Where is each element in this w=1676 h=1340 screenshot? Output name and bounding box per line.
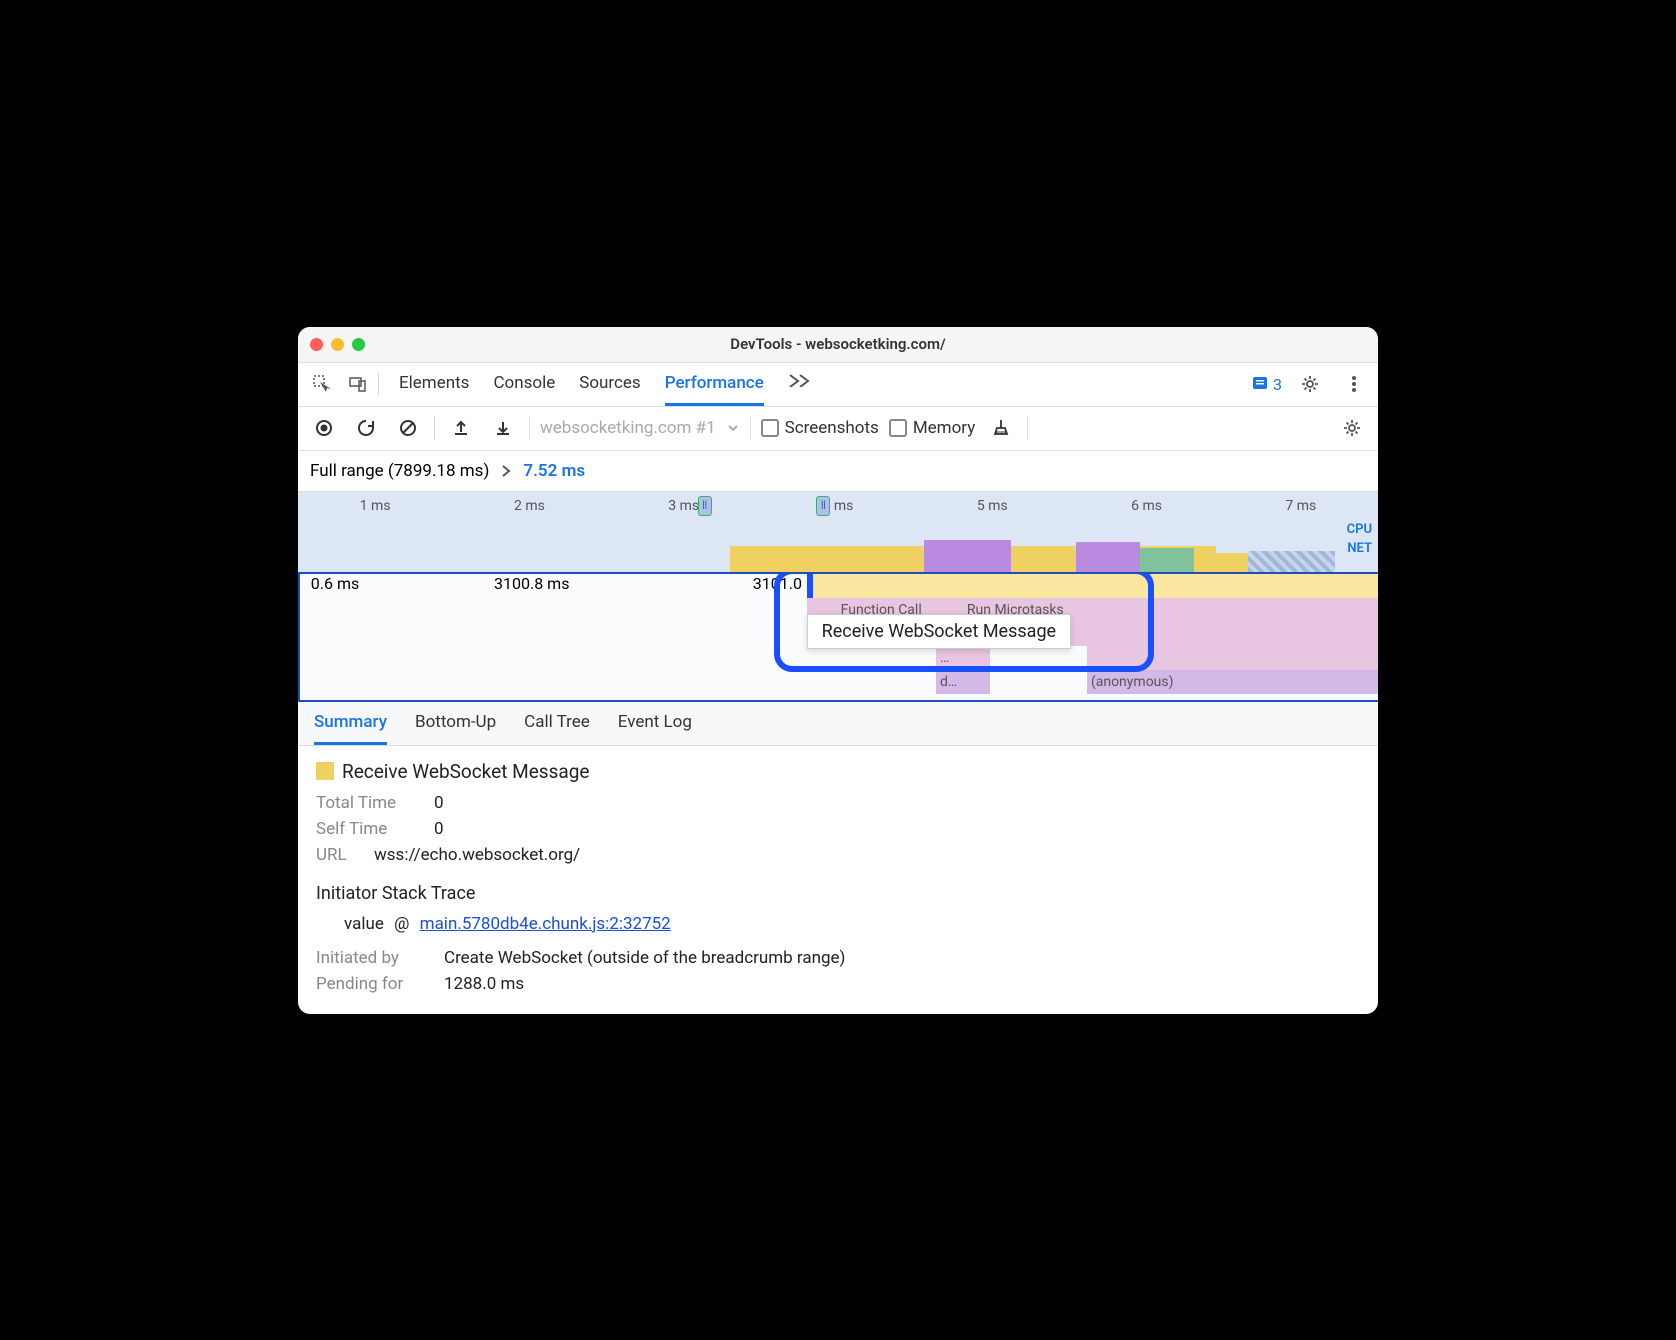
pending-for-value: 1288.0 ms xyxy=(444,974,524,994)
timeline-overview[interactable]: 1 ms 2 ms 3 ms 4 ms 5 ms 6 ms 7 ms || ||… xyxy=(298,492,1378,572)
event-name-row: Receive WebSocket Message xyxy=(316,760,1360,783)
divider xyxy=(1027,416,1028,440)
total-time-value: 0 xyxy=(434,793,444,813)
event-name: Receive WebSocket Message xyxy=(342,760,589,783)
divider xyxy=(378,372,379,396)
main-tab-bar: Elements Console Sources Performance 3 xyxy=(298,363,1378,407)
flame-bar-event[interactable] xyxy=(807,574,1378,598)
dtab-call-tree[interactable]: Call Tree xyxy=(524,702,590,745)
clear-icon[interactable] xyxy=(392,412,424,444)
divider xyxy=(750,416,751,440)
divider xyxy=(434,416,435,440)
issues-count: 3 xyxy=(1273,375,1282,394)
profile-dropdown[interactable]: websocketking.com #1 xyxy=(540,418,740,438)
kebab-menu-icon[interactable] xyxy=(1338,368,1370,400)
summary-panel: Receive WebSocket Message Total Time 0 Se… xyxy=(298,746,1378,1014)
dtab-summary[interactable]: Summary xyxy=(314,702,387,745)
memory-checkbox[interactable]: Memory xyxy=(889,418,975,438)
record-icon[interactable] xyxy=(308,412,340,444)
overview-cpu-area xyxy=(298,530,1378,572)
tab-elements[interactable]: Elements xyxy=(399,363,469,406)
titlebar: DevTools - websocketking.com/ xyxy=(298,327,1378,363)
flame-bar-row3[interactable] xyxy=(1087,646,1378,670)
overview-side-labels: CPU NET xyxy=(1347,522,1372,556)
total-time-label: Total Time xyxy=(316,793,416,813)
gc-broom-icon[interactable] xyxy=(985,412,1017,444)
overview-handle-right[interactable]: || xyxy=(816,496,830,516)
overview-ticks: 1 ms 2 ms 3 ms 4 ms 5 ms 6 ms 7 ms xyxy=(298,498,1378,514)
inspect-element-icon[interactable] xyxy=(306,368,338,400)
chevron-right-icon xyxy=(501,464,511,478)
flame-tooltip: Receive WebSocket Message xyxy=(807,614,1071,649)
event-swatch xyxy=(316,762,334,780)
tab-sources[interactable]: Sources xyxy=(579,363,640,406)
self-time-value: 0 xyxy=(434,819,444,839)
dtab-bottom-up[interactable]: Bottom-Up xyxy=(415,702,496,745)
flame-tick: 0.6 ms xyxy=(311,574,359,593)
settings-gear-icon[interactable] xyxy=(1294,368,1326,400)
tabbar-right: 3 xyxy=(1251,368,1370,400)
pending-for-label: Pending for xyxy=(316,974,426,994)
flame-chart[interactable]: 0.6 ms 3100.8 ms 3101.0 ms 3101.2 ms 310… xyxy=(298,572,1378,702)
initiated-by-value: Create WebSocket (outside of the breadcr… xyxy=(444,948,845,968)
flame-bar-trunc[interactable]: … xyxy=(936,646,990,670)
devtools-window: DevTools - websocketking.com/ Elements C… xyxy=(298,327,1378,1014)
stack-trace-title: Initiator Stack Trace xyxy=(316,883,1360,904)
upload-icon[interactable] xyxy=(445,412,477,444)
flame-bar-d[interactable]: d… xyxy=(936,670,990,694)
initiated-by-label: Initiated by xyxy=(316,948,426,968)
main-tabs: Elements Console Sources Performance xyxy=(399,363,810,406)
chevron-down-icon xyxy=(726,421,740,435)
capture-settings-gear-icon[interactable] xyxy=(1336,412,1368,444)
full-range-label: Full range (7899.18 ms) xyxy=(310,461,489,481)
issues-badge[interactable]: 3 xyxy=(1251,375,1282,394)
profile-name: websocketking.com #1 xyxy=(540,418,716,438)
reload-icon[interactable] xyxy=(350,412,382,444)
divider xyxy=(529,416,530,440)
url-label: URL xyxy=(316,845,356,865)
window-title: DevTools - websocketking.com/ xyxy=(298,335,1378,353)
url-value: wss://echo.websocket.org/ xyxy=(374,845,580,865)
selected-range: 7.52 ms xyxy=(523,461,585,481)
download-icon[interactable] xyxy=(487,412,519,444)
tab-console[interactable]: Console xyxy=(493,363,555,406)
stack-trace-link[interactable]: main.5780db4e.chunk.js:2:32752 xyxy=(420,914,671,934)
flame-tick: 3100.8 ms xyxy=(494,574,569,593)
stack-trace-line: value @ main.5780db4e.chunk.js:2:32752 xyxy=(344,914,1360,934)
device-toggle-icon[interactable] xyxy=(342,368,374,400)
breadcrumb[interactable]: Full range (7899.18 ms) 7.52 ms xyxy=(298,451,1378,492)
flame-bar-anonymous[interactable]: (anonymous) xyxy=(1087,670,1378,694)
detail-tabs: Summary Bottom-Up Call Tree Event Log xyxy=(298,702,1378,746)
self-time-label: Self Time xyxy=(316,819,416,839)
tab-overflow-icon[interactable] xyxy=(788,363,810,406)
dtab-event-log[interactable]: Event Log xyxy=(618,702,692,745)
tab-performance[interactable]: Performance xyxy=(665,363,764,406)
selected-event-marker xyxy=(807,574,813,598)
overview-handle-left[interactable]: || xyxy=(698,496,712,516)
screenshots-checkbox[interactable]: Screenshots xyxy=(761,418,879,438)
perf-toolbar: websocketking.com #1 Screenshots Memory xyxy=(298,407,1378,451)
